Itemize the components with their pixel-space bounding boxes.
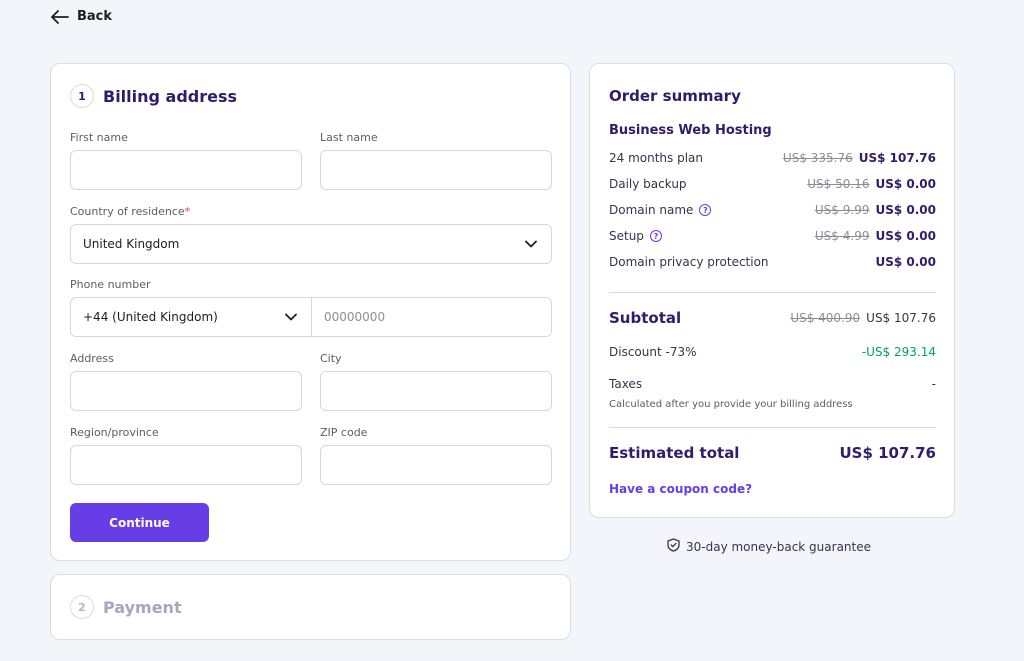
continue-button[interactable]: Continue: [70, 503, 209, 542]
item-old-price: US$ 4.99: [814, 229, 870, 243]
country-value: United Kingdom: [83, 237, 180, 251]
billing-step-header: 1 Billing address: [70, 84, 237, 108]
subtotal-row: Subtotal US$ 400.90 US$ 107.76: [609, 309, 936, 327]
question-help-icon[interactable]: ?: [649, 230, 662, 242]
item-label: Daily backup: [609, 177, 687, 191]
taxes-value: -: [931, 377, 936, 391]
back-label: Back: [77, 9, 113, 24]
billing-title: Billing address: [103, 86, 238, 106]
payment-title: Payment: [103, 597, 182, 617]
item-price: US$ 0.00: [875, 255, 936, 269]
subtotal-value: US$ 107.76: [866, 311, 936, 325]
step-number-badge: 1: [70, 84, 94, 108]
step-number-badge: 2: [70, 595, 94, 619]
item-label: Setup: [609, 229, 644, 243]
order-summary-title: Order summary: [609, 87, 741, 105]
payment-step-header: 2 Payment: [70, 595, 182, 619]
plan-name: Business Web Hosting: [609, 123, 772, 138]
address-label: Address: [70, 352, 114, 365]
region-label: Region/province: [70, 426, 159, 439]
billing-address-card: 1 Billing address First name Last name C…: [50, 63, 571, 561]
last-name-label: Last name: [320, 131, 378, 144]
country-label: Country of residence*: [70, 205, 190, 218]
city-label: City: [320, 352, 342, 365]
address-field[interactable]: [70, 371, 302, 411]
country-label-text: Country of residence: [70, 205, 185, 218]
order-summary-card: Order summary Business Web Hosting 24 mo…: [589, 63, 955, 518]
country-select[interactable]: United Kingdom: [70, 224, 552, 264]
taxes-row: Taxes -: [609, 377, 936, 391]
discount-value: -US$ 293.14: [861, 345, 936, 359]
chevron-down-icon: [525, 237, 537, 251]
phone-number-group: +44 (United Kingdom): [70, 297, 552, 337]
summary-line-item: Daily backup US$ 50.16 US$ 0.00: [609, 177, 936, 191]
subtotal-label: Subtotal: [609, 309, 682, 327]
summary-line-item: 24 months plan US$ 335.76 US$ 107.76: [609, 151, 936, 165]
estimated-total-value: US$ 107.76: [839, 444, 936, 462]
item-label: 24 months plan: [609, 151, 704, 165]
item-price: US$ 0.00: [875, 203, 936, 217]
summary-line-item: Domain privacy protection US$ 0.00: [609, 255, 936, 269]
taxes-note: Calculated after you provide your billin…: [609, 399, 853, 410]
subtotal-old-price: US$ 400.90: [790, 311, 861, 325]
region-field[interactable]: [70, 445, 302, 485]
estimated-total-row: Estimated total US$ 107.76: [609, 444, 936, 462]
arrow-left-icon: [51, 9, 69, 24]
taxes-label: Taxes: [609, 377, 643, 391]
item-label: Domain privacy protection: [609, 255, 769, 269]
divider: [609, 427, 936, 428]
back-link[interactable]: Back: [51, 9, 112, 24]
last-name-field[interactable]: [320, 150, 552, 190]
phone-label: Phone number: [70, 278, 151, 291]
summary-line-item: Domain name ? US$ 9.99 US$ 0.00: [609, 203, 936, 217]
discount-row: Discount -73% -US$ 293.14: [609, 345, 936, 359]
shield-check-icon: [667, 538, 680, 555]
phone-number-input[interactable]: [312, 298, 551, 336]
money-back-guarantee: 30-day money-back guarantee: [667, 538, 871, 555]
item-price: US$ 107.76: [858, 151, 936, 165]
item-label: Domain name: [609, 203, 694, 217]
first-name-field[interactable]: [70, 150, 302, 190]
item-old-price: US$ 9.99: [814, 203, 870, 217]
divider: [609, 292, 936, 293]
chevron-down-icon: [285, 310, 297, 324]
coupon-code-link[interactable]: Have a coupon code?: [609, 482, 752, 496]
guarantee-text: 30-day money-back guarantee: [686, 539, 871, 554]
phone-code-select[interactable]: +44 (United Kingdom): [71, 298, 312, 336]
item-old-price: US$ 50.16: [807, 177, 870, 191]
summary-line-item: Setup ? US$ 4.99 US$ 0.00: [609, 229, 936, 243]
discount-label: Discount -73%: [609, 345, 697, 359]
payment-card[interactable]: 2 Payment: [50, 574, 571, 640]
phone-code-value: +44 (United Kingdom): [83, 310, 218, 324]
zip-field[interactable]: [320, 445, 552, 485]
required-mark: *: [184, 205, 191, 218]
first-name-label: First name: [70, 131, 128, 144]
zip-label: ZIP code: [320, 426, 368, 439]
estimated-total-label: Estimated total: [609, 444, 740, 462]
question-help-icon[interactable]: ?: [699, 204, 712, 216]
item-old-price: US$ 335.76: [782, 151, 853, 165]
city-field[interactable]: [320, 371, 552, 411]
item-price: US$ 0.00: [875, 177, 936, 191]
item-price: US$ 0.00: [875, 229, 936, 243]
